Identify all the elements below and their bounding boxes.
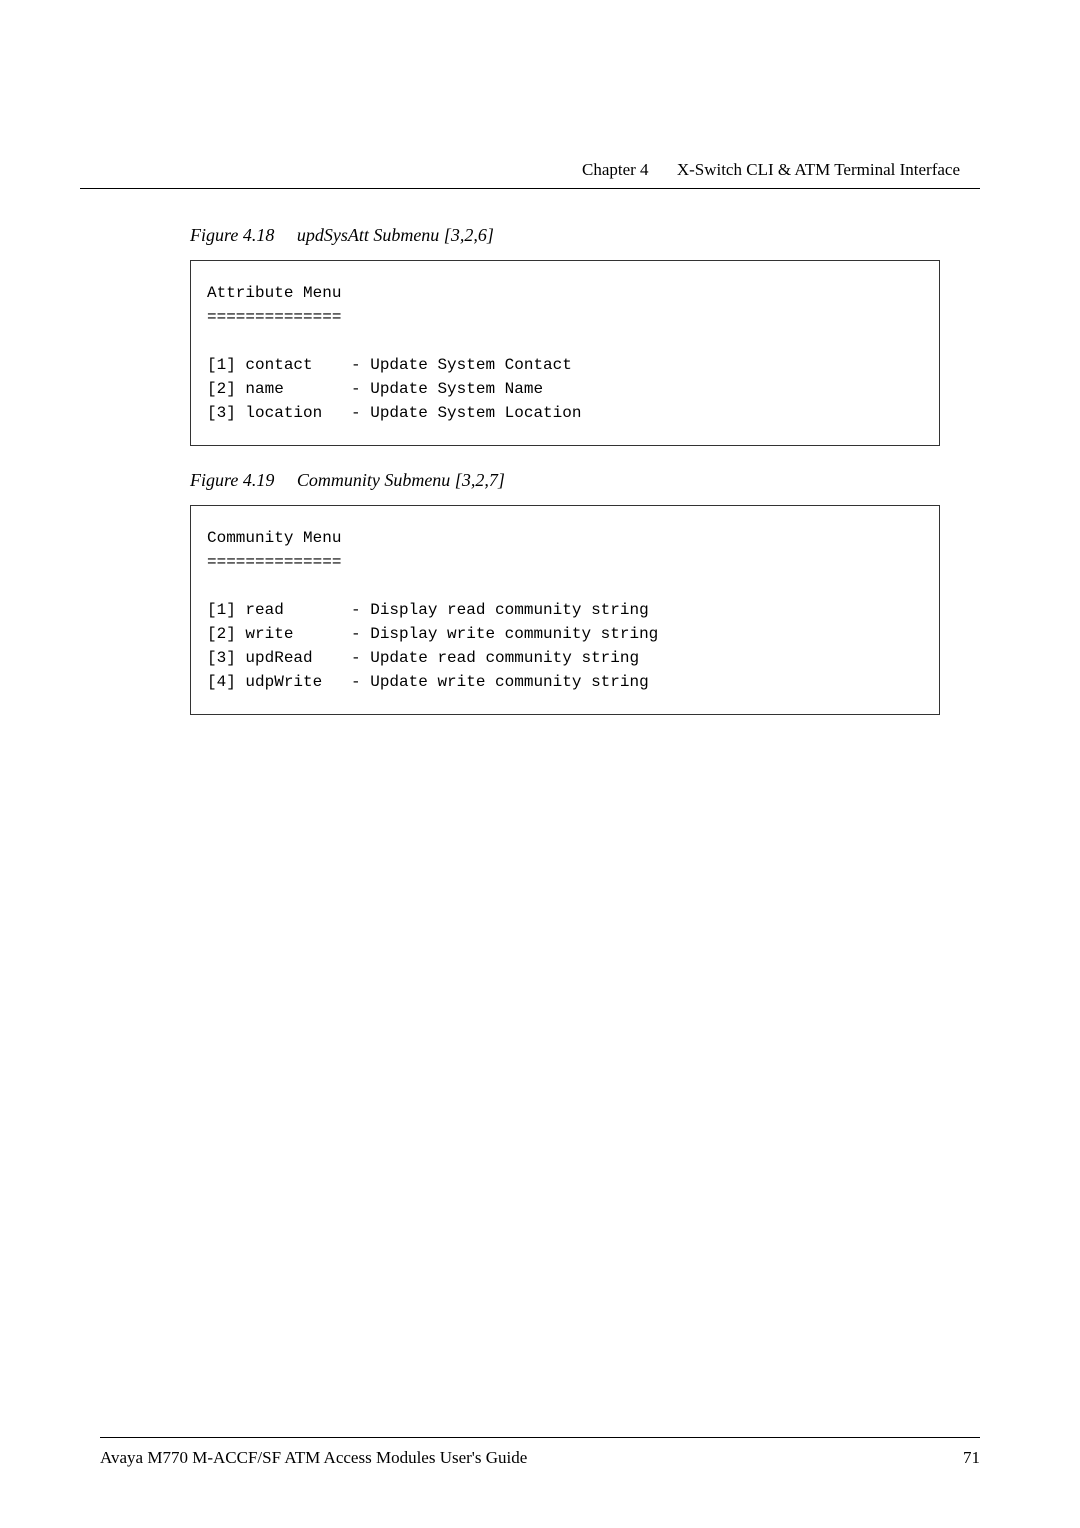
figure-title-1: updSysAtt Submenu [3,2,6] xyxy=(297,225,494,245)
page-number: 71 xyxy=(963,1448,980,1468)
figure-title-2: Community Submenu [3,2,7] xyxy=(297,470,505,490)
page-footer: Avaya M770 M-ACCF/SF ATM Access Modules … xyxy=(100,1437,980,1468)
code-box-2: Community Menu ============== [1] read -… xyxy=(190,505,940,715)
figure-number-1: Figure 4.18 xyxy=(190,225,274,245)
chapter-title: X-Switch CLI & ATM Terminal Interface xyxy=(677,160,960,179)
footer-divider xyxy=(100,1437,980,1438)
footer-content: Avaya M770 M-ACCF/SF ATM Access Modules … xyxy=(100,1448,980,1468)
figure-caption-1: Figure 4.18 updSysAtt Submenu [3,2,6] xyxy=(190,225,980,246)
page-container: Chapter 4 X-Switch CLI & ATM Terminal In… xyxy=(0,0,1080,1528)
footer-guide-title: Avaya M770 M-ACCF/SF ATM Access Modules … xyxy=(100,1448,527,1468)
figure-number-2: Figure 4.19 xyxy=(190,470,274,490)
header-divider xyxy=(80,188,980,189)
figure-caption-2: Figure 4.19 Community Submenu [3,2,7] xyxy=(190,470,980,491)
page-header: Chapter 4 X-Switch CLI & ATM Terminal In… xyxy=(100,160,980,180)
code-box-1: Attribute Menu ============== [1] contac… xyxy=(190,260,940,446)
chapter-label: Chapter 4 xyxy=(582,160,649,179)
